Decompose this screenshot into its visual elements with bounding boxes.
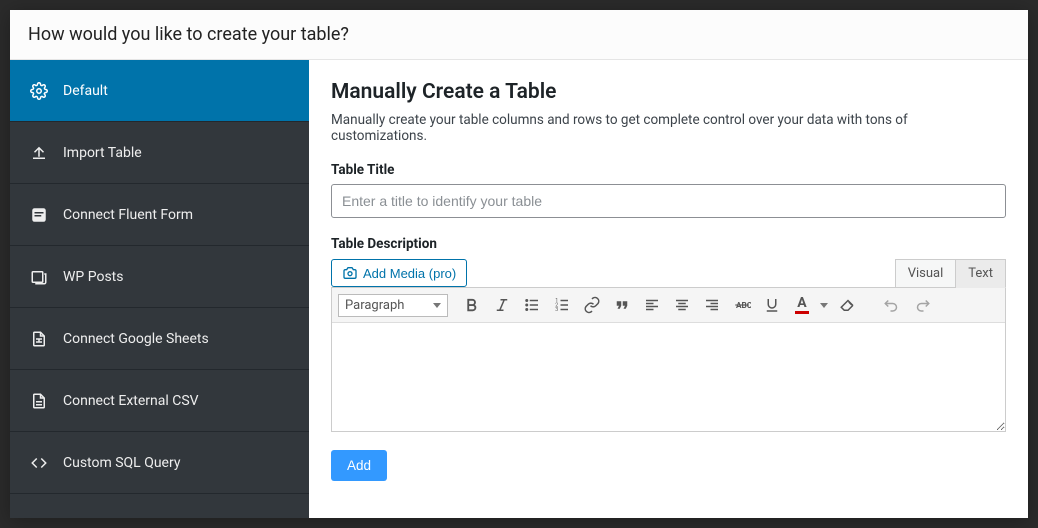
- editor-row: Add Media (pro) Visual Text: [331, 258, 1006, 287]
- link-button[interactable]: [578, 292, 606, 318]
- numbered-list-button[interactable]: 123: [548, 292, 576, 318]
- sidebar: Default Import Table Connect Fluent Form…: [10, 60, 309, 518]
- text-color-icon: A: [795, 296, 809, 314]
- align-right-button[interactable]: [698, 292, 726, 318]
- editor-toolbar: Paragraph 123 ABC A: [332, 288, 1005, 323]
- editor-tabs: Visual Text: [895, 258, 1006, 287]
- page-subtitle: Manually create your table columns and r…: [331, 112, 1006, 144]
- strikethrough-button[interactable]: ABC: [728, 292, 756, 318]
- tab-text[interactable]: Text: [956, 259, 1006, 288]
- italic-icon: [493, 296, 511, 314]
- editor-wrapper: Paragraph 123 ABC A: [331, 287, 1006, 432]
- add-media-button[interactable]: Add Media (pro): [331, 259, 467, 287]
- bold-icon: [463, 296, 481, 314]
- sidebar-item-label: Custom SQL Query: [63, 455, 180, 471]
- sidebar-item-external-csv[interactable]: Connect External CSV: [10, 370, 309, 432]
- code-icon: [30, 454, 48, 472]
- table-title-label: Table Title: [331, 162, 1006, 178]
- sidebar-item-label: Connect Fluent Form: [63, 207, 193, 223]
- numbered-list-icon: 123: [553, 296, 571, 314]
- main-content: Manually Create a Table Manually create …: [309, 60, 1028, 518]
- align-right-icon: [703, 296, 721, 314]
- format-dropdown[interactable]: Paragraph: [338, 294, 448, 317]
- sidebar-item-label: WP Posts: [63, 269, 123, 285]
- add-media-label: Add Media (pro): [363, 266, 456, 281]
- link-icon: [583, 296, 601, 314]
- table-description-label: Table Description: [331, 236, 1006, 252]
- file-icon: [30, 392, 48, 410]
- bold-button[interactable]: [458, 292, 486, 318]
- sidebar-item-label: Import Table: [63, 145, 142, 161]
- add-button[interactable]: Add: [331, 450, 387, 481]
- format-select-label: Paragraph: [345, 298, 404, 313]
- align-center-button[interactable]: [668, 292, 696, 318]
- align-center-icon: [673, 296, 691, 314]
- create-table-modal: How would you like to create your table?…: [10, 10, 1028, 518]
- text-color-button[interactable]: A: [788, 292, 832, 318]
- italic-button[interactable]: [488, 292, 516, 318]
- bullet-list-icon: [523, 296, 541, 314]
- close-button[interactable]: [994, 20, 1010, 49]
- sidebar-item-label: Default: [63, 83, 108, 99]
- undo-icon: [883, 296, 901, 314]
- tab-visual[interactable]: Visual: [895, 259, 957, 288]
- clear-format-button[interactable]: [834, 292, 862, 318]
- quote-icon: [613, 296, 631, 314]
- strikethrough-icon: ABC: [733, 296, 751, 314]
- svg-text:ABC: ABC: [736, 301, 751, 311]
- sidebar-item-import-table[interactable]: Import Table: [10, 122, 309, 184]
- table-title-input[interactable]: [331, 184, 1006, 218]
- sheet-icon: [30, 330, 48, 348]
- page-title: Manually Create a Table: [331, 80, 1006, 104]
- sidebar-item-fluent-form[interactable]: Connect Fluent Form: [10, 184, 309, 246]
- sidebar-item-label: Connect Google Sheets: [63, 331, 209, 347]
- svg-text:3: 3: [555, 307, 558, 313]
- sidebar-item-google-sheets[interactable]: Connect Google Sheets: [10, 308, 309, 370]
- redo-icon: [913, 296, 931, 314]
- eraser-icon: [839, 296, 857, 314]
- sidebar-item-wp-posts[interactable]: WP Posts: [10, 246, 309, 308]
- modal-body: Default Import Table Connect Fluent Form…: [10, 60, 1028, 518]
- upload-icon: [30, 144, 48, 162]
- align-left-icon: [643, 296, 661, 314]
- caret-down-icon: [433, 303, 441, 308]
- sidebar-item-default[interactable]: Default: [10, 60, 309, 122]
- underline-icon: [763, 296, 781, 314]
- sidebar-item-sql-query[interactable]: Custom SQL Query: [10, 432, 309, 494]
- modal-title: How would you like to create your table?: [28, 24, 349, 45]
- text-color-dropdown[interactable]: [816, 292, 832, 318]
- underline-button[interactable]: [758, 292, 786, 318]
- media-icon: [342, 265, 358, 281]
- blockquote-button[interactable]: [608, 292, 636, 318]
- posts-icon: [30, 268, 48, 286]
- gear-icon: [30, 82, 48, 100]
- redo-button[interactable]: [908, 292, 936, 318]
- caret-down-icon: [820, 303, 828, 308]
- align-left-button[interactable]: [638, 292, 666, 318]
- sidebar-item-label: Connect External CSV: [63, 393, 199, 409]
- description-editor[interactable]: [332, 323, 1005, 431]
- form-icon: [30, 206, 48, 224]
- bullet-list-button[interactable]: [518, 292, 546, 318]
- undo-button[interactable]: [878, 292, 906, 318]
- modal-header: How would you like to create your table?: [10, 10, 1028, 60]
